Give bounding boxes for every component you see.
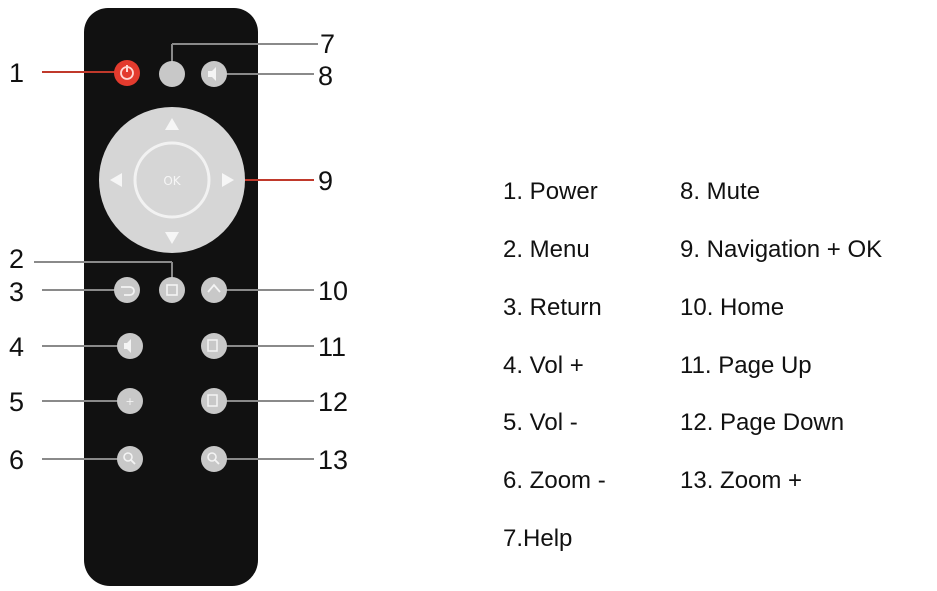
legend-menu: 2. Menu (503, 236, 590, 263)
callout-1: 1 (9, 58, 25, 88)
vol-minus-icon: + (125, 395, 134, 408)
legend-power: 1. Power (503, 178, 598, 205)
callout-10: 10 (318, 276, 349, 306)
callout-2: 2 (9, 244, 25, 274)
legend-page-down: 12. Page Down (680, 409, 845, 436)
callout-7: 7 (320, 29, 336, 59)
callout-3: 3 (9, 277, 25, 307)
legend-vol-minus: 5. Vol - (503, 409, 578, 436)
help-button[interactable] (159, 61, 185, 87)
legend-navigation-ok: 9. Navigation + OK (680, 236, 883, 263)
callout-11: 11 (318, 332, 347, 362)
return-button[interactable] (114, 277, 140, 303)
zoom-plus-button[interactable] (201, 446, 227, 472)
legend-help: 7.Help (503, 525, 573, 552)
menu-button[interactable] (159, 277, 185, 303)
remote-diagram: OK + (34, 43, 318, 472)
callout-4: 4 (9, 332, 25, 362)
callout-6: 6 (9, 445, 25, 475)
zoom-minus-button[interactable] (117, 446, 143, 472)
legend-page-up: 11. Page Up (680, 352, 812, 379)
legend-vol-plus: 4. Vol + (503, 352, 584, 379)
callout-8: 8 (318, 61, 334, 91)
ok-label: OK (163, 174, 181, 188)
callout-5: 5 (9, 387, 25, 417)
page-up-button[interactable] (201, 333, 227, 359)
legend-home: 10. Home (680, 294, 785, 321)
callout-12: 12 (318, 387, 349, 417)
legend-zoom-plus: 13. Zoom + (680, 467, 803, 494)
legend-mute: 8. Mute (680, 178, 761, 205)
page-down-button[interactable] (201, 388, 227, 414)
legend-zoom-minus: 6. Zoom - (503, 467, 606, 494)
home-button[interactable] (201, 277, 227, 303)
callout-13: 13 (318, 445, 349, 475)
legend-return: 3. Return (503, 294, 602, 321)
power-button[interactable] (114, 60, 140, 86)
callout-9: 9 (318, 166, 334, 196)
